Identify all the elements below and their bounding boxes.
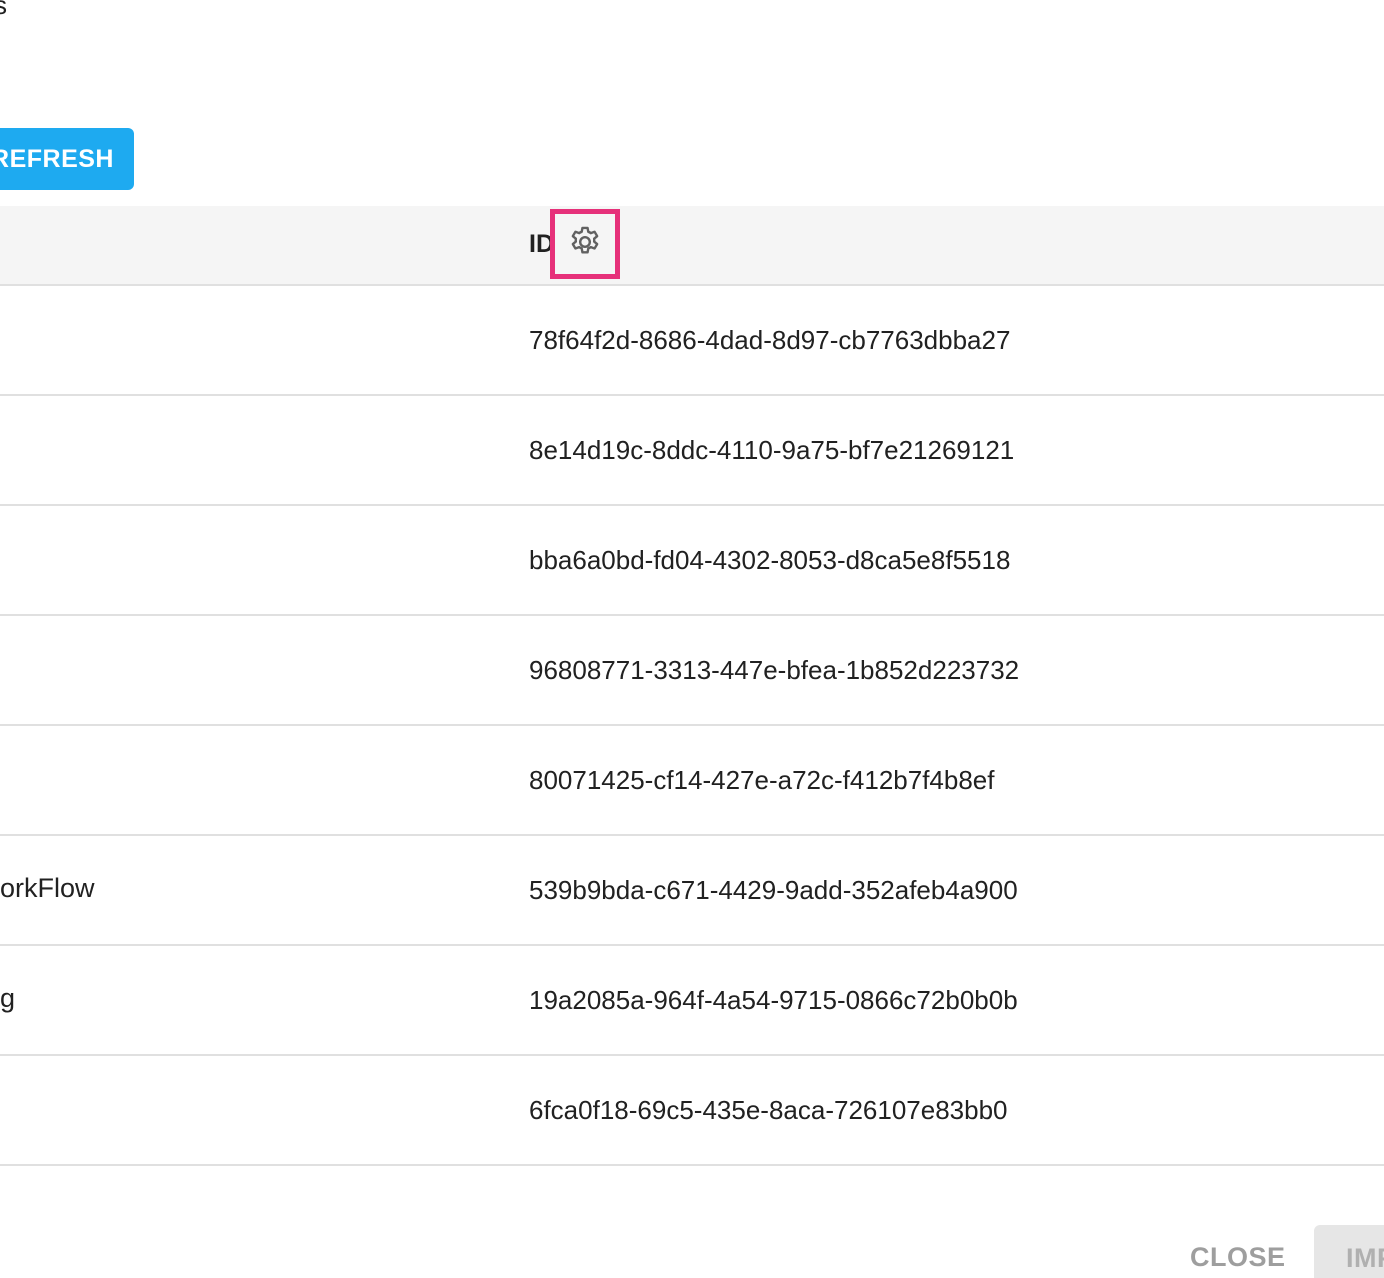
table-row[interactable]: 80071425-cf14-427e-a72c-f412b7f4b8ef	[0, 726, 1384, 836]
cell-id: 80071425-cf14-427e-a72c-f412b7f4b8ef	[529, 765, 995, 795]
table-header: ID	[0, 206, 1384, 286]
table-row[interactable]: 6fca0f18-69c5-435e-8aca-726107e83bb0	[0, 1056, 1384, 1166]
cell-id: 539b9bda-c671-4429-9add-352afeb4a900	[529, 875, 1018, 905]
import-button[interactable]: IMPORT	[1314, 1225, 1384, 1278]
cell-id: 78f64f2d-8686-4dad-8d97-cb7763dbba27	[529, 325, 1011, 355]
gear-icon	[567, 224, 603, 265]
cell-id: 6fca0f18-69c5-435e-8aca-726107e83bb0	[529, 1095, 1008, 1125]
cell-id: 19a2085a-964f-4a54-9715-0866c72b0b0b	[529, 985, 1018, 1015]
refresh-button[interactable]: REFRESH	[0, 128, 134, 190]
cell-id: 8e14d19c-8ddc-4110-9a75-bf7e21269121	[529, 435, 1015, 465]
cell-name: g	[0, 983, 16, 1013]
cell-id: 96808771-3313-447e-bfea-1b852d223732	[529, 655, 1020, 685]
table-row[interactable]: 96808771-3313-447e-bfea-1b852d223732	[0, 616, 1384, 726]
table-row[interactable]: 78f64f2d-8686-4dad-8d97-cb7763dbba27	[0, 286, 1384, 396]
cell-name: orkFlow	[0, 873, 95, 903]
table-row[interactable]: g 19a2085a-964f-4a54-9715-0866c72b0b0b	[0, 946, 1384, 1056]
cell-id: bba6a0bd-fd04-4302-8053-d8ca5e8f5518	[529, 545, 1011, 575]
table-row[interactable]: bba6a0bd-fd04-4302-8053-d8ca5e8f5518	[0, 506, 1384, 616]
column-settings-button[interactable]	[550, 209, 620, 279]
table-row[interactable]: 8e14d19c-8ddc-4110-9a75-bf7e21269121	[0, 396, 1384, 506]
dialog: s REFRESH ID 78f64f2d-8686-4dad-8d97-cb7…	[0, 0, 1384, 1278]
dialog-title-fragment: s	[0, 0, 7, 20]
table-body: 78f64f2d-8686-4dad-8d97-cb7763dbba27 8e1…	[0, 286, 1384, 1166]
table-row[interactable]: orkFlow 539b9bda-c671-4429-9add-352afeb4…	[0, 836, 1384, 946]
close-button[interactable]: CLOSE	[1190, 1242, 1286, 1273]
